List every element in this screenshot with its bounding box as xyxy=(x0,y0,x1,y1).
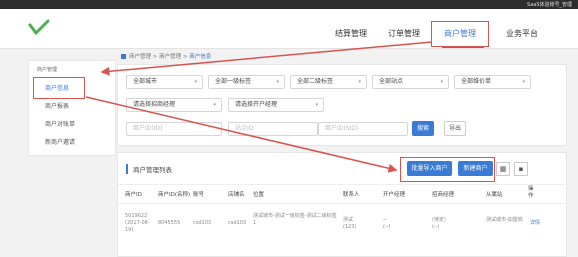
tag1-select-value: 全部一级标签 xyxy=(215,78,252,85)
tag1-select[interactable]: 全部一级标签 ▾ xyxy=(208,75,285,89)
breadcrumb-mid[interactable]: 商户管理 xyxy=(159,54,181,60)
brand-logo-icon xyxy=(28,19,50,35)
cell-account: csd103 xyxy=(193,220,212,226)
list-title: 商户管理列表 xyxy=(126,164,172,174)
chevron-down-icon: ▾ xyxy=(194,79,197,85)
cell-invest-manager-sub: (--) xyxy=(432,224,440,230)
divider xyxy=(118,184,568,185)
current-user[interactable]: SaaS体验账号_管理 xyxy=(527,1,572,8)
detail-link[interactable]: 详情 xyxy=(530,220,540,227)
city-select-value: 全部城市 xyxy=(133,78,158,85)
highlight-action-buttons xyxy=(400,157,495,182)
col-store: 店铺名 xyxy=(228,192,245,198)
cell-location-text: 测试城市-测试一级标签-测试二级标签 xyxy=(253,213,337,219)
filter-panel: 全部城市 ▾ 全部一级标签 ▾ 全部二级标签 ▾ 全部站点 ▾ 全部维价单 ▾ 请选择招商… xyxy=(117,64,567,146)
sidebar: 商户管理 商户信息 商户报表 商户对账单 新商户邀请 xyxy=(28,60,116,156)
breadcrumb-root[interactable]: 商户管理 xyxy=(129,54,151,60)
breadcrumb-icon xyxy=(121,53,126,59)
nav-billing[interactable]: 结算管理 xyxy=(335,28,367,39)
grid-view-icon[interactable]: ▦ xyxy=(496,162,510,176)
table-row: 5019622 (2017-08-19) xyxy=(125,213,155,234)
col-site: 从属站 xyxy=(486,192,503,198)
price-select-value: 全部维价单 xyxy=(461,78,492,85)
tag2-select[interactable]: 全部二级标签 ▾ xyxy=(290,75,367,89)
merchant-sid-input[interactable]: 商户ID(SID) xyxy=(318,122,408,136)
cell-store: csd103 xyxy=(228,220,247,226)
highlight-nav-merchants xyxy=(431,21,489,47)
city-select[interactable]: 全部城市 ▾ xyxy=(126,75,203,89)
breadcrumb-separator: > xyxy=(152,54,158,60)
breadcrumb-separator: > xyxy=(182,54,188,60)
open-manager-select[interactable]: 请选择开户经理 ▾ xyxy=(228,98,324,112)
invest-manager-select-value: 请选择招商经理 xyxy=(133,101,176,108)
invest-manager-select[interactable]: 请选择招商经理 ▾ xyxy=(126,98,222,112)
col-location: 位置 xyxy=(253,192,265,198)
open-manager-select-value: 请选择开户经理 xyxy=(235,101,278,108)
cell-invest-manager-name: (待定) xyxy=(432,217,446,223)
sidebar-group-title: 商户管理 xyxy=(37,67,58,73)
col-contact: 联系人 xyxy=(343,192,360,198)
highlight-sidebar-merchant-info xyxy=(33,77,85,99)
cell-location-tail: 1 xyxy=(253,220,257,226)
price-select[interactable]: 全部维价单 ▾ xyxy=(454,75,531,89)
cell-open-manager-sub: (--) xyxy=(383,224,391,230)
breadcrumb: 商户管理 > 商户管理 > 商户信息 xyxy=(121,52,211,60)
sidebar-item-new-merchant-invite[interactable]: 新商户邀请 xyxy=(45,137,75,146)
merchant-id-input[interactable]: 商户ID(ID) xyxy=(126,122,222,136)
cell-location: 测试城市-测试一级标签-测试二级标签 1 xyxy=(253,213,341,227)
site-id-placeholder: 站点ID xyxy=(235,125,254,132)
cell-merchant-id: 5019622 xyxy=(125,213,148,219)
header: 结算管理 订单管理 商户管理 业务平台 xyxy=(0,9,578,49)
merchant-id-placeholder: 商户ID(ID) xyxy=(133,125,163,132)
cell-invest-manager: (待定) (--) xyxy=(432,217,446,231)
cell-open-manager: -- (--) xyxy=(383,217,391,231)
site-select-value: 全部站点 xyxy=(379,78,404,85)
nav-business-platform[interactable]: 业务平台 xyxy=(506,28,538,39)
col-merchant-name: 商户ID(名称) xyxy=(158,192,191,198)
tag2-select-value: 全部二级标签 xyxy=(297,78,334,85)
cell-contact-phone: (123) xyxy=(343,224,357,230)
col-account: 账号 xyxy=(193,192,205,198)
site-select[interactable]: 全部站点 ▾ xyxy=(372,75,449,89)
col-actions: 操作 xyxy=(528,186,534,199)
cell-mid: 8045555 xyxy=(158,220,181,226)
chevron-down-icon: ▾ xyxy=(522,79,525,85)
site-id-input[interactable]: 站点ID xyxy=(228,122,318,136)
search-button[interactable]: 搜索 xyxy=(412,121,434,136)
cell-site: 测试城市-加盟商 xyxy=(486,217,523,223)
top-bar: SaaS体验账号_管理 xyxy=(0,0,578,9)
chevron-down-icon: ▾ xyxy=(440,79,443,85)
col-open-manager: 开户经理 xyxy=(383,192,406,198)
cell-contact-name: 测试 xyxy=(343,217,354,223)
chevron-down-icon: ▾ xyxy=(358,79,361,85)
cell-merchant-date: (2017-08-19) xyxy=(125,220,150,233)
cell-open-manager-name: -- xyxy=(383,217,387,223)
sidebar-item-merchant-statement[interactable]: 商户对账单 xyxy=(45,119,75,128)
merchant-list-panel: 商户管理列表 批量导入商户 新建商户 ▦ ▪ xyxy=(117,152,568,257)
sidebar-item-merchant-report[interactable]: 商户报表 xyxy=(45,101,69,110)
nav-orders[interactable]: 订单管理 xyxy=(388,28,420,39)
chevron-down-icon: ▾ xyxy=(315,102,318,108)
cell-contact: 测试 (123) xyxy=(343,217,356,231)
col-merchant-id: 商户ID xyxy=(125,192,142,198)
merchant-sid-placeholder: 商户ID(SID) xyxy=(325,125,359,132)
export-button[interactable]: 导出 xyxy=(444,121,466,136)
chevron-down-icon: ▾ xyxy=(276,79,279,85)
header-divider xyxy=(117,203,567,204)
list-view-icon[interactable]: ▪ xyxy=(514,162,528,176)
col-invest-manager: 招商经理 xyxy=(432,192,455,198)
breadcrumb-current: 商户信息 xyxy=(189,54,212,60)
chevron-down-icon: ▾ xyxy=(213,102,216,108)
